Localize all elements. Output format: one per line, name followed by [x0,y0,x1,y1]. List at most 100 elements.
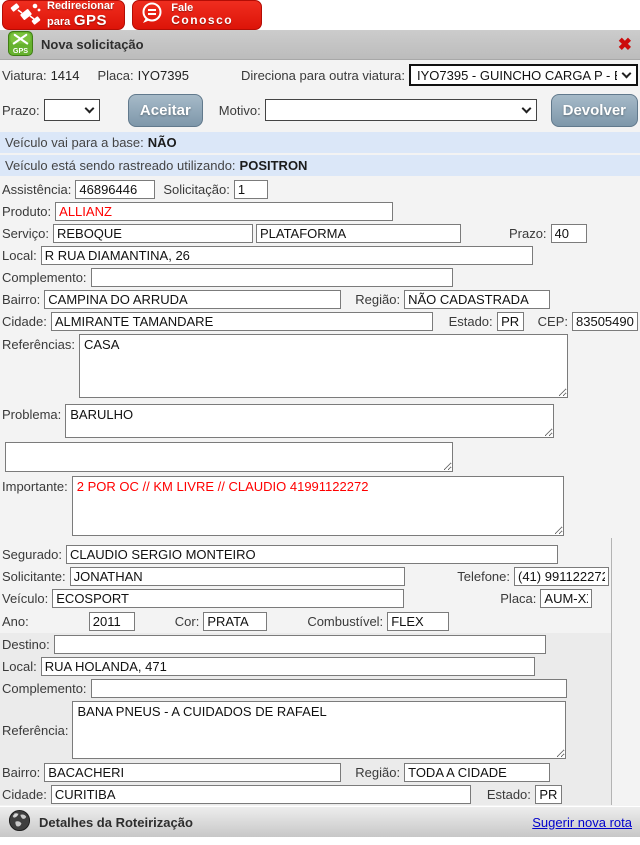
destino-estado-label: Estado: [487,787,531,802]
destino-cidade-input[interactable] [51,785,471,804]
destino-complemento-input[interactable] [91,679,567,698]
redirect-vehicle-select[interactable]: IYO7395 - GUINCHO CARGA P - BRANCO - 141… [409,64,638,86]
destination-local-row: Local: [0,655,611,677]
destino-local-input[interactable] [41,657,535,676]
regiao-input[interactable] [404,290,550,309]
importante-label: Importante: [2,479,68,494]
viatura-value: 1414 [51,68,80,83]
solicitante-label: Solicitante: [2,569,66,584]
suggest-new-route-link[interactable]: Sugerir nova rota [532,815,632,830]
bairro-input[interactable] [44,290,341,309]
viatura-label: Viatura: [2,68,47,83]
motivo-select[interactable] [265,99,537,121]
destination-row: Destino: [0,633,611,655]
dialog-window: Redirecionar para GPS Fale Conosco [0,0,640,845]
produto-label: Produto: [2,204,51,219]
problema-label: Problema: [2,407,61,422]
combustivel-label: Combustível: [307,614,383,629]
destination-complement-row: Complemento: [0,677,611,699]
veiculo-label: Veículo: [2,591,48,606]
solicitante-input[interactable] [70,567,406,586]
accept-button[interactable]: Aceitar [128,94,203,127]
base-status-bar: Veículo vai para a base: NÃO [0,132,640,153]
destino-bairro-label: Bairro: [2,765,40,780]
insured-row: Segurado: [0,543,611,565]
redirect-vehicle-selected: IYO7395 - GUINCHO CARGA P - BRANCO - 141… [417,68,617,83]
prazo-select[interactable] [44,99,100,121]
referencias-label: Referências: [2,337,75,352]
assistance-row: Assistência: Solicitação: [0,178,640,200]
return-button[interactable]: Devolver [551,94,638,127]
importante-textarea[interactable]: 2 POR OC // KM LIVRE // CLAUDIO 41991122… [72,476,564,536]
chat-bubble-icon [139,1,167,30]
product-row: Produto: [0,200,640,222]
redirect-vehicle-label: Direciona para outra viatura: [241,68,405,83]
referencias-textarea[interactable]: CASA [79,334,568,398]
origin-complement-row: Complemento: [0,266,640,288]
cor-input[interactable] [203,612,267,631]
globe-icon [8,809,31,835]
complemento-label: Complemento: [2,270,87,285]
problema-textarea[interactable]: BARULHO [65,404,554,438]
destino-regiao-input[interactable] [404,763,550,782]
placa-label: Placa: [500,591,536,606]
destino-local-label: Local: [2,659,37,674]
local-input[interactable] [41,246,533,265]
base-status-value: NÃO [148,135,177,150]
origin-city-row: Cidade: Estado: CEP: [0,310,640,332]
cidade-label: Cidade: [2,314,47,329]
references-row: Referências: CASA [0,332,640,400]
cidade-input[interactable] [51,312,433,331]
local-label: Local: [2,248,37,263]
combustivel-input[interactable] [387,612,449,631]
chevron-down-icon [521,104,531,114]
satellite-icon [9,1,43,30]
prazo-label: Prazo: [509,226,547,241]
redirect-gps-button[interactable]: Redirecionar para GPS [2,0,125,30]
produto-input[interactable] [55,202,393,221]
telefone-input[interactable] [514,567,609,586]
cor-label: Cor: [175,614,200,629]
complemento-input[interactable] [91,268,453,287]
assistencia-input[interactable] [75,180,155,199]
destino-bairro-input[interactable] [44,763,341,782]
svg-text:GPS: GPS [13,46,28,55]
bairro-label: Bairro: [2,292,40,307]
requester-row: Solicitante: Telefone: [0,565,611,587]
extra-note-textarea[interactable] [5,442,453,472]
form-content: Viatura: 1414 Placa: IYO7395 Direciona p… [0,60,640,837]
tracking-status-value: POSITRON [240,158,308,173]
solicitacao-label: Solicitação: [163,182,229,197]
service-row: Serviço: Prazo: [0,222,640,244]
destino-estado-input[interactable] [535,785,562,804]
estado-input[interactable] [497,312,524,331]
redirect-gps-line2b: GPS [74,12,107,29]
destino-referencia-textarea[interactable]: BANA PNEUS - A CUIDADOS DE RAFAEL [72,701,566,759]
destino-input[interactable] [54,635,546,654]
destino-cidade-label: Cidade: [2,787,47,802]
action-row: Prazo: Aceitar Motivo: Devolver [0,90,640,130]
ano-input[interactable] [89,612,135,631]
contact-us-button[interactable]: Fale Conosco [132,0,262,30]
gps-app-icon: GPS [8,31,33,59]
vehicle-info-row: Viatura: 1414 Placa: IYO7395 Direciona p… [0,60,640,90]
cep-input[interactable] [572,312,638,331]
motivo-label: Motivo: [219,103,261,118]
prazo-input[interactable] [551,224,587,243]
placa-input[interactable] [540,589,592,608]
year-color-fuel-row: Ano: Cor: Combustível: [0,610,611,633]
chevron-down-icon [622,69,632,79]
close-icon[interactable]: ✖ [618,36,632,53]
segurado-input[interactable] [66,545,558,564]
servico-input[interactable] [53,224,253,243]
servico-tipo-input[interactable] [256,224,461,243]
estado-label: Estado: [449,314,493,329]
solicitacao-input[interactable] [234,180,268,199]
tracking-status-bar: Veículo está sendo rastreado utilizando:… [0,155,640,176]
origin-local-row: Local: [0,244,640,266]
extra-note-row [0,440,640,474]
prazo-select-label: Prazo: [2,103,40,118]
segurado-label: Segurado: [2,547,62,562]
destination-reference-row: Referência: BANA PNEUS - A CUIDADOS DE R… [0,699,611,761]
veiculo-input[interactable] [52,589,404,608]
